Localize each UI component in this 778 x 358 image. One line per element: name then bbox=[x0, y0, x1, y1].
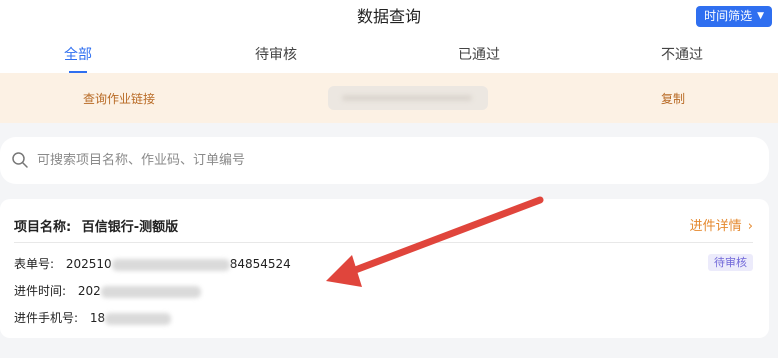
search-box bbox=[0, 137, 769, 184]
submit-time-value: 202 bbox=[77, 284, 101, 298]
form-number-row: 表单号: 202510 84854524 bbox=[14, 255, 291, 272]
redacted-form-number bbox=[111, 258, 230, 271]
submit-time-row: 进件时间: 202 bbox=[14, 282, 201, 299]
submit-time-label: 进件时间: bbox=[14, 284, 67, 298]
tab-all[interactable]: 全部 bbox=[18, 44, 138, 64]
redacted-time bbox=[100, 285, 201, 298]
top-header: 数据查询 时间筛选 ▼ 全部 待审核 已通过 不通过 bbox=[0, 0, 778, 73]
phone-prefix: 18 bbox=[89, 311, 106, 325]
phone-label: 进件手机号: bbox=[14, 311, 79, 325]
form-number-label: 表单号: bbox=[14, 257, 55, 271]
search-input[interactable] bbox=[37, 149, 537, 171]
status-badge: 待审核 bbox=[708, 254, 753, 271]
tab-pending[interactable]: 待审核 bbox=[216, 44, 336, 64]
tab-rejected[interactable]: 不通过 bbox=[622, 44, 742, 64]
project-label: 项目名称: bbox=[14, 220, 72, 235]
divider bbox=[14, 242, 753, 243]
job-link-value bbox=[328, 86, 488, 110]
form-number-prefix: 202510 bbox=[65, 257, 112, 271]
copy-button[interactable]: 复制 bbox=[661, 90, 685, 107]
job-link-bar: 查询作业链接 复制 bbox=[0, 73, 778, 123]
submission-card: 项目名称: 百信银行-测额版 进件详情 › 表单号: 202510 8485452… bbox=[0, 199, 769, 338]
redacted-phone bbox=[105, 312, 172, 325]
tab-approved[interactable]: 已通过 bbox=[419, 44, 539, 64]
project-name: 百信银行-测额版 bbox=[81, 220, 179, 235]
page-title: 数据查询 bbox=[356, 7, 421, 26]
form-number-suffix: 84854524 bbox=[229, 257, 291, 271]
status-tabs: 全部 待审核 已通过 不通过 bbox=[0, 42, 778, 73]
job-link-label: 查询作业链接 bbox=[83, 92, 156, 106]
time-filter-label: 时间筛选 bbox=[704, 9, 753, 23]
search-icon bbox=[12, 152, 28, 168]
chevron-right-icon: › bbox=[747, 219, 753, 234]
time-filter-button[interactable]: 时间筛选 ▼ bbox=[696, 6, 772, 27]
detail-link-label: 进件详情 bbox=[689, 219, 742, 234]
caret-down-icon: ▼ bbox=[757, 11, 764, 21]
phone-row: 进件手机号: 18 bbox=[14, 309, 172, 326]
redacted-link bbox=[342, 95, 472, 101]
project-title: 项目名称: 百信银行-测额版 bbox=[14, 216, 178, 235]
detail-link[interactable]: 进件详情 › bbox=[690, 215, 753, 234]
